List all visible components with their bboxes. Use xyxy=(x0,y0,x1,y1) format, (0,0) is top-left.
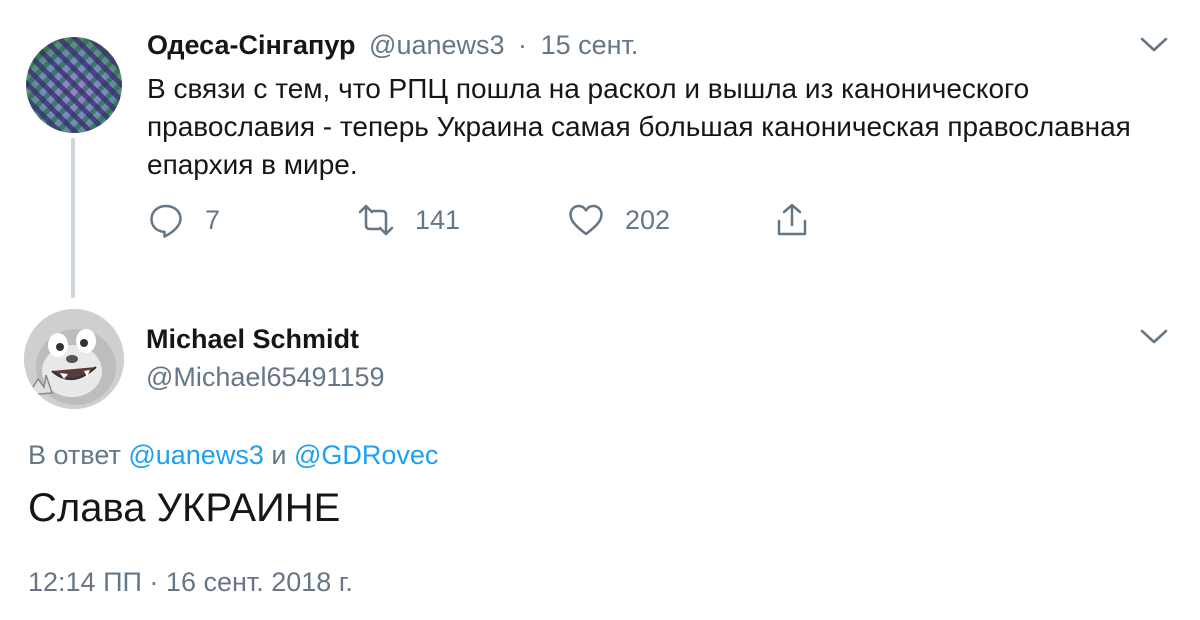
parent-handle[interactable]: @uanews3 xyxy=(369,30,505,60)
separator-dot: · xyxy=(149,567,159,597)
like-icon xyxy=(567,201,605,239)
retweet-button[interactable]: 141 xyxy=(357,200,460,240)
like-button[interactable]: 202 xyxy=(567,200,670,240)
avatar[interactable] xyxy=(26,37,122,133)
parent-tweet-text: В связи с тем, что РПЦ пошла на раскол и… xyxy=(147,73,1131,180)
reply-icon xyxy=(147,201,185,239)
like-count: 202 xyxy=(625,204,671,235)
retweet-count: 141 xyxy=(415,204,461,235)
reply-context: В ответ @uanews3 и @GDRovec xyxy=(28,438,438,472)
reply-count: 7 xyxy=(205,204,221,235)
parent-tweet-header: Одеса-Сінгапур @uanews3 · 15 сент. xyxy=(147,28,638,62)
reply-handle[interactable]: @Michael65491159 xyxy=(146,360,385,394)
mention-link[interactable]: @uanews3 xyxy=(128,440,264,470)
reply-time: 12:14 ПП xyxy=(28,567,142,597)
avatar[interactable] xyxy=(24,309,124,409)
reply-button[interactable]: 7 xyxy=(147,200,220,240)
share-icon xyxy=(773,201,811,239)
reply-context-prefix: В ответ xyxy=(28,440,121,470)
parent-display-name[interactable]: Одеса-Сінгапур xyxy=(147,30,356,60)
reply-date: 16 сент. 2018 г. xyxy=(165,567,353,597)
parent-date[interactable]: 15 сент. xyxy=(541,30,639,60)
thread-connector-line xyxy=(71,138,75,298)
mention-link[interactable]: @GDRovec xyxy=(294,440,438,470)
reply-timestamp[interactable]: 12:14 ПП · 16 сент. 2018 г. xyxy=(28,565,353,599)
chevron-down-icon[interactable] xyxy=(1140,328,1168,346)
reply-display-name[interactable]: Michael Schmidt xyxy=(146,322,359,356)
reply-context-and: и xyxy=(271,440,287,470)
retweet-icon xyxy=(357,201,395,239)
share-button[interactable] xyxy=(773,200,811,240)
tweet-thread-page: Одеса-Сінгапур @uanews3 · 15 сент. В свя… xyxy=(0,0,1200,620)
separator-dot: · xyxy=(518,30,528,60)
cartoon-rabbit-avatar xyxy=(24,309,124,409)
reply-tweet-text: Слава УКРАИНЕ xyxy=(28,486,341,530)
chevron-down-icon[interactable] xyxy=(1140,36,1168,54)
